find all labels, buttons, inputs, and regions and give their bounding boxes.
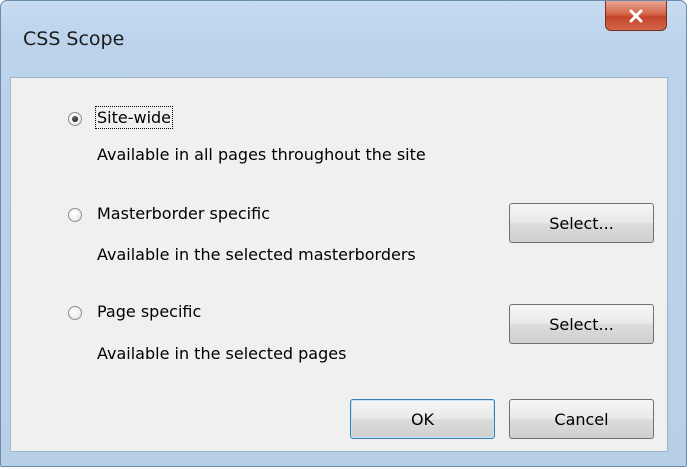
masterborder-select-button[interactable]: Select... [509, 203, 654, 243]
page-specific-radio[interactable] [68, 306, 82, 320]
radio-selected-dot [72, 116, 78, 122]
page-specific-label[interactable]: Page specific [97, 302, 201, 321]
masterborder-specific-radio[interactable] [68, 208, 82, 222]
page-specific-description: Available in the selected pages [97, 344, 347, 363]
css-scope-dialog: CSS Scope Site-wide Available in all pag… [0, 0, 687, 467]
site-wide-radio[interactable] [68, 112, 82, 126]
dialog-title: CSS Scope [23, 28, 125, 50]
dialog-body: Site-wide Available in all pages through… [10, 77, 668, 452]
masterborder-specific-label[interactable]: Masterborder specific [97, 204, 270, 223]
close-icon [629, 9, 643, 22]
cancel-button[interactable]: Cancel [509, 399, 654, 439]
close-button[interactable] [605, 1, 667, 31]
page-select-button[interactable]: Select... [509, 304, 654, 344]
masterborder-specific-description: Available in the selected masterborders [97, 245, 416, 264]
ok-button[interactable]: OK [350, 399, 495, 439]
title-bar[interactable]: CSS Scope [1, 1, 686, 77]
site-wide-label[interactable]: Site-wide [94, 106, 174, 129]
site-wide-description: Available in all pages throughout the si… [97, 145, 426, 164]
